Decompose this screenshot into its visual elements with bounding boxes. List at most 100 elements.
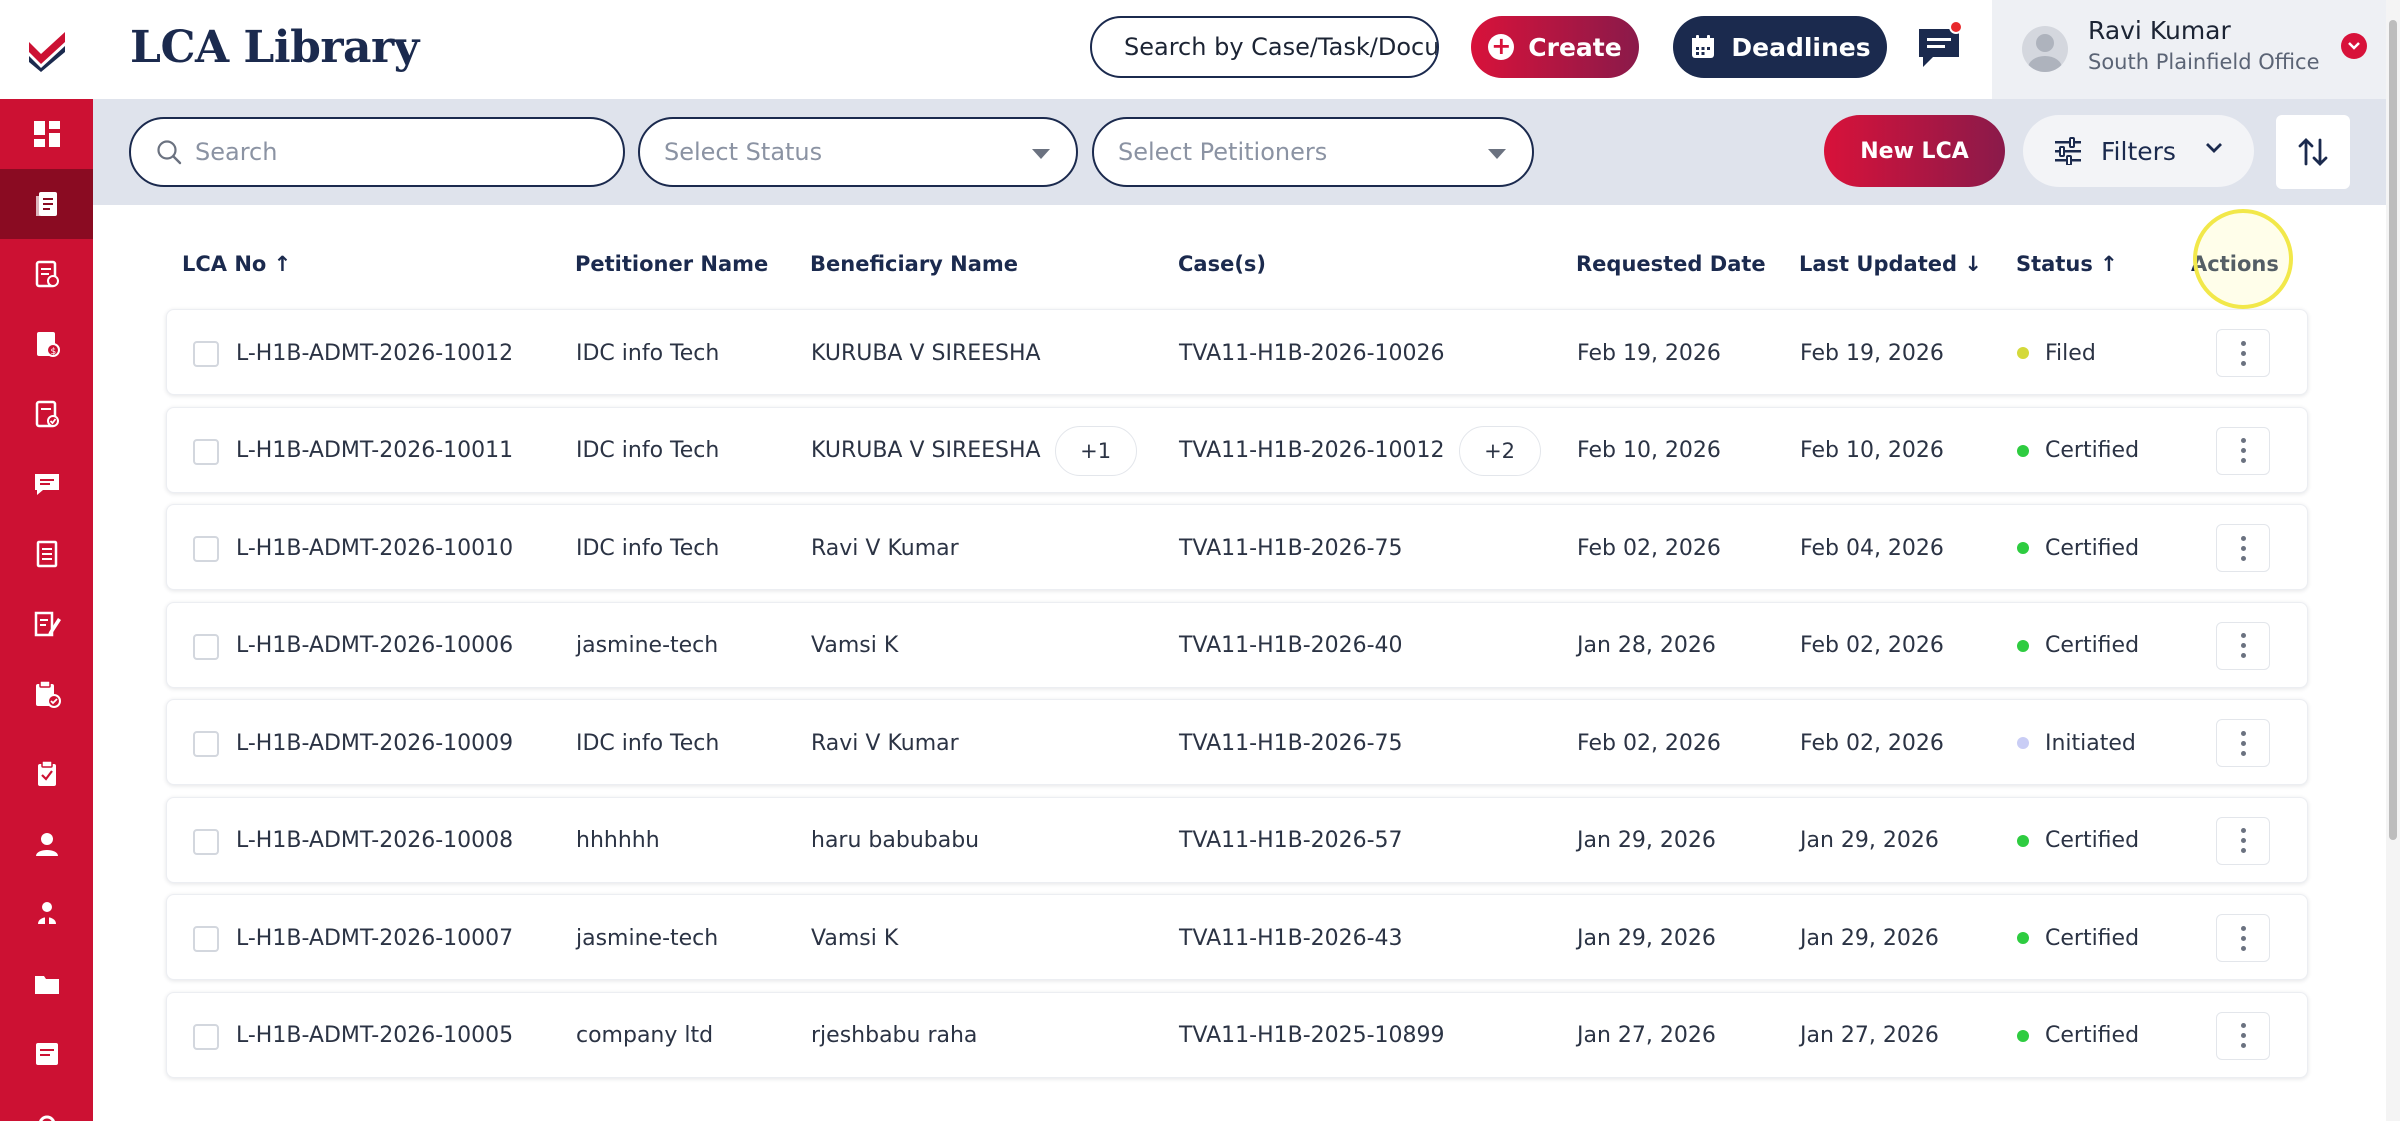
row-checkbox[interactable]: [193, 438, 219, 465]
table-row[interactable]: L-H1B-ADMT-2026-10006 jasmine-tech Vamsi K…: [166, 601, 2308, 689]
table-row[interactable]: L-H1B-ADMT-2026-10008 hhhhhh haru babubabu…: [166, 796, 2308, 884]
sidebar-item-edit[interactable]: [0, 589, 93, 659]
chevron-down-icon[interactable]: [2341, 33, 2367, 59]
last-updated-date-cell: Jan 29, 2026: [1800, 895, 1939, 981]
column-header-status[interactable]: Status ↑: [2016, 252, 2118, 276]
new-lca-button[interactable]: New LCA: [1824, 115, 2005, 187]
table-row[interactable]: L-H1B-ADMT-2026-10007 jasmine-tech Vamsi K…: [166, 894, 2308, 980]
status-dot-icon: [2017, 932, 2029, 944]
filter-bar: Select Status Select Petitioners New LCA…: [93, 99, 2386, 205]
case-number: TVA11-H1B-2026-10012: [1179, 438, 1445, 463]
vertical-scrollbar[interactable]: [2386, 0, 2400, 1121]
requested-date: Jan 29, 2026: [1577, 925, 1716, 951]
sidebar-item-folder[interactable]: [0, 949, 93, 1019]
row-actions-button[interactable]: [2216, 426, 2270, 475]
kebab-menu-icon: [2240, 340, 2246, 366]
sidebar-item-lca[interactable]: [0, 659, 93, 729]
status-select-placeholder: Select Status: [664, 138, 823, 166]
kebab-menu-icon: [2240, 1023, 2246, 1048]
row-checkbox[interactable]: [193, 1023, 219, 1050]
sidebar-item-checklist[interactable]: [0, 379, 93, 449]
deadlines-button[interactable]: Deadlines: [1673, 16, 1887, 78]
sidebar-item-notes[interactable]: [0, 1019, 93, 1089]
row-actions-button[interactable]: [2216, 719, 2270, 767]
table-row[interactable]: L-H1B-ADMT-2026-10011 IDC info Tech KURUBA…: [166, 406, 2308, 494]
lca-number: L-H1B-ADMT-2026-10012: [236, 340, 514, 366]
status-badge: Certified: [2045, 925, 2140, 951]
sidebar-item-messages[interactable]: [0, 449, 93, 519]
requested-date: Jan 28, 2026: [1577, 633, 1716, 658]
last-updated-date: Jan 27, 2026: [1800, 1023, 1939, 1048]
table-row[interactable]: L-H1B-ADMT-2026-10009 IDC info Tech Ravi V…: [166, 699, 2308, 785]
user-menu[interactable]: Ravi Kumar South Plainfield Office: [1992, 0, 2400, 99]
filters-button[interactable]: Filters: [2023, 115, 2254, 187]
sidebar-item-user[interactable]: [0, 809, 93, 879]
column-header-petitioner[interactable]: Petitioner Name: [575, 252, 768, 276]
sidebar-item-reports[interactable]: [0, 519, 93, 589]
cases-more-badge[interactable]: +2: [1458, 425, 1541, 476]
sidebar-item-forms[interactable]: [0, 239, 93, 309]
table-row[interactable]: L-H1B-ADMT-2026-10010 IDC info Tech Ravi V…: [166, 504, 2308, 590]
sidebar-item-documents[interactable]: [0, 169, 93, 239]
table-row[interactable]: L-H1B-ADMT-2026-10012 IDC info Tech KURUBA…: [166, 309, 2308, 395]
sidebar-item-more[interactable]: [0, 1089, 93, 1121]
row-checkbox[interactable]: [193, 536, 219, 562]
row-checkbox[interactable]: [193, 731, 219, 757]
row-actions-button[interactable]: [2216, 1011, 2270, 1060]
requested-date: Feb 02, 2026: [1577, 535, 1721, 561]
kebab-menu-icon: [2240, 925, 2246, 951]
column-header-requested-date[interactable]: Requested Date: [1576, 252, 1766, 276]
sidebar-item-people[interactable]: [0, 879, 93, 949]
sort-button[interactable]: [2276, 115, 2350, 189]
row-actions-button[interactable]: [2216, 816, 2270, 865]
lca-number: L-H1B-ADMT-2026-10008: [236, 828, 514, 853]
status-dot-icon: [2017, 737, 2029, 749]
sidebar-item-dashboard[interactable]: [0, 99, 93, 169]
beneficiary-more-badge[interactable]: +1: [1054, 425, 1137, 476]
column-header-beneficiary[interactable]: Beneficiary Name: [810, 252, 1018, 276]
scrollbar-thumb[interactable]: [2389, 20, 2397, 840]
search-field[interactable]: [129, 117, 625, 187]
table-row[interactable]: L-H1B-ADMT-2026-10005 company ltd rjeshbab…: [166, 991, 2308, 1079]
sort-arrows-icon: [2298, 138, 2328, 166]
chat-button[interactable]: [1911, 20, 1967, 76]
beneficiary-name-cell: Vamsi K: [811, 603, 898, 689]
sidebar-item-billing[interactable]: $: [0, 309, 93, 379]
status-dot-icon: [2017, 1029, 2029, 1042]
row-actions-button[interactable]: [2216, 621, 2270, 670]
petitioner-name: IDC info Tech: [576, 340, 720, 366]
create-label: Create: [1528, 32, 1622, 62]
requested-date-cell: Jan 29, 2026: [1577, 798, 1716, 884]
app-logo[interactable]: [0, 0, 93, 99]
status-select[interactable]: Select Status: [638, 117, 1078, 187]
lca-number-cell: L-H1B-ADMT-2026-10011: [236, 408, 513, 494]
beneficiary-name-cell: KURUBA V SIREESHA: [811, 310, 1041, 396]
petitioners-select[interactable]: Select Petitioners: [1092, 117, 1534, 187]
last-updated-date-cell: Feb 02, 2026: [1800, 603, 1944, 689]
requested-date-cell: Jan 27, 2026: [1577, 993, 1716, 1079]
lca-table: LCA No ↑ Petitioner Name Beneficiary Nam…: [93, 205, 2386, 1121]
column-header-lca-no[interactable]: LCA No ↑: [182, 252, 291, 276]
global-search-input[interactable]: Search by Case/Task/Docu: [1090, 16, 1439, 78]
sidebar-item-tasks[interactable]: [0, 739, 93, 809]
requested-date-cell: Jan 29, 2026: [1577, 895, 1716, 981]
row-actions-button[interactable]: [2216, 329, 2270, 377]
search-input[interactable]: [195, 138, 575, 166]
lca-number-cell: L-H1B-ADMT-2026-10008: [236, 798, 513, 884]
row-actions-button[interactable]: [2216, 914, 2270, 962]
column-header-last-updated[interactable]: Last Updated ↓: [1799, 252, 1982, 276]
beneficiary-name-cell: Ravi V Kumar: [811, 505, 959, 591]
row-actions-button[interactable]: [2216, 524, 2270, 572]
lca-icon: [35, 680, 61, 708]
row-checkbox[interactable]: [193, 341, 219, 367]
edit-icon: [34, 611, 61, 637]
row-checkbox[interactable]: [193, 926, 219, 952]
row-checkbox[interactable]: [193, 828, 219, 855]
status-cell: Certified: [2017, 408, 2139, 494]
create-button[interactable]: + Create: [1471, 16, 1639, 78]
status-cell: Filed: [2017, 310, 2096, 396]
status-cell: Certified: [2017, 993, 2139, 1079]
row-checkbox[interactable]: [193, 633, 219, 660]
last-updated-date-cell: Feb 10, 2026: [1800, 408, 1944, 494]
column-header-cases[interactable]: Case(s): [1178, 252, 1266, 276]
